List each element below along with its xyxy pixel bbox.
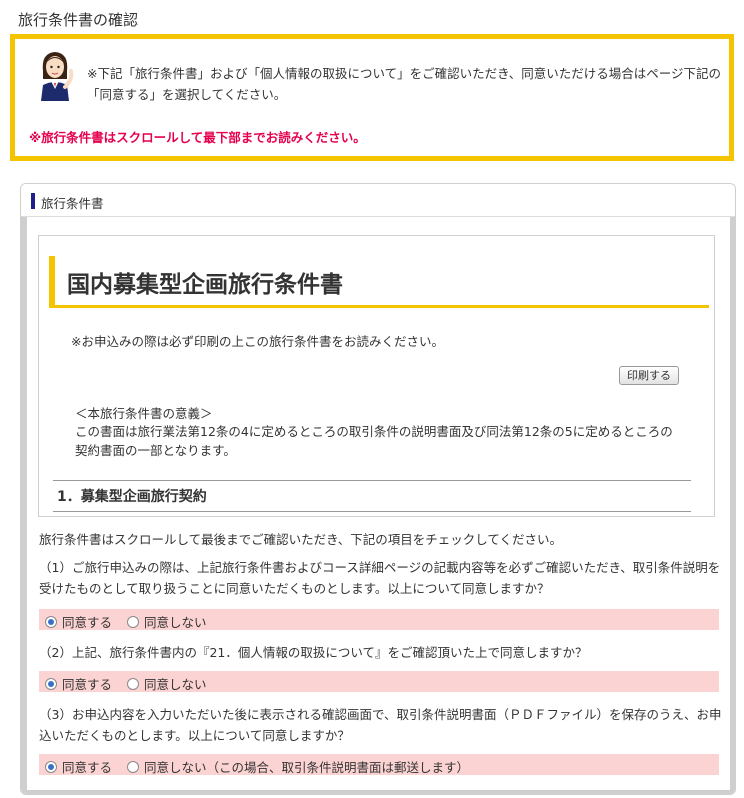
consent-instruction: 旅行条件書はスクロールして最後までご確認いただき、下記の項目をチェックしてくださ… [39,532,563,547]
agree-option-1[interactable]: 同意する [45,612,112,631]
question-3: （3）お申込内容を入力いただいた後に表示される確認画面で、取引条件説明書面（ＰＤ… [39,707,722,743]
section-divider [53,511,691,512]
panel-body: 国内募集型企画旅行条件書 ※お申込みの際は必ず印刷の上この旅行条件書をお読みくだ… [21,217,735,794]
radio-disagree-2[interactable] [127,677,139,690]
panel-header-label: 旅行条件書 [41,196,104,211]
answer-row-3: 同意する 同意しない（この場合、取引条件説明書面は郵送します） [39,754,719,775]
print-notice: ※お申込みの際は必ず印刷の上この旅行条件書をお読みください。 [71,334,444,349]
agree-option-3[interactable]: 同意する [45,757,112,776]
header-accent-bar [31,193,35,209]
conditions-document-scroll[interactable]: 国内募集型企画旅行条件書 ※お申込みの際は必ず印刷の上この旅行条件書をお読みくだ… [38,235,715,517]
page-title: 旅行条件書の確認 [18,11,139,29]
notice-message: ※下記「旅行条件書」および「個人情報の取扱について」をご確認いただき、同意いただ… [87,66,721,102]
section-divider [53,480,691,481]
panel-inner: 国内募集型企画旅行条件書 ※お申込みの際は必ず印刷の上この旅行条件書をお読みくだ… [27,217,730,790]
answer-row-2: 同意する 同意しない [39,671,719,692]
agree-label: 同意する [62,615,113,630]
print-button[interactable]: 印刷する [619,366,679,385]
agree-option-2[interactable]: 同意する [45,674,112,693]
agree-label: 同意する [62,677,113,692]
document-title: 国内募集型企画旅行条件書 [67,272,343,298]
disagree-option-3[interactable]: 同意しない（この場合、取引条件説明書面は郵送します） [127,757,469,776]
panel-header: 旅行条件書 [21,184,735,217]
agree-label: 同意する [62,760,113,775]
notice-warning: ※旅行条件書はスクロールして最下部までお読みください。 [29,130,366,145]
radio-agree-2[interactable] [45,677,57,690]
document-title-box: 国内募集型企画旅行条件書 [49,256,709,308]
disagree-label: 同意しない [144,615,207,630]
purpose-text: この書面は旅行業法第12条の4に定めるところの取引条件の説明書面及び同法第12条… [75,424,673,458]
conditions-panel: 旅行条件書 国内募集型企画旅行条件書 ※お申込みの際は必ず印刷の上この旅行条件書… [20,183,736,795]
section-heading: 1．募集型企画旅行契約 [57,489,207,505]
disagree-label: 同意しない（この場合、取引条件説明書面は郵送します） [144,760,470,775]
purpose-heading: ＜本旅行条件書の意義＞ [75,406,213,421]
radio-agree-1[interactable] [45,615,57,628]
disagree-label: 同意しない [144,677,207,692]
question-1: （1）ご旅行申込みの際は、上記旅行条件書およびコース詳細ページの記載内容等を必ず… [39,560,721,596]
question-2: （2）上記、旅行条件書内の『21．個人情報の取扱について』をご確認頂いた上で同意… [39,645,588,660]
staff-woman-icon [35,49,75,101]
radio-disagree-3[interactable] [127,760,139,773]
radio-agree-3[interactable] [45,760,57,773]
answer-row-1: 同意する 同意しない [39,609,719,630]
disagree-option-2[interactable]: 同意しない [127,674,207,693]
notice-box: ※下記「旅行条件書」および「個人情報の取扱について」をご確認いただき、同意いただ… [10,34,734,161]
radio-disagree-1[interactable] [127,615,139,628]
disagree-option-1[interactable]: 同意しない [127,612,207,631]
